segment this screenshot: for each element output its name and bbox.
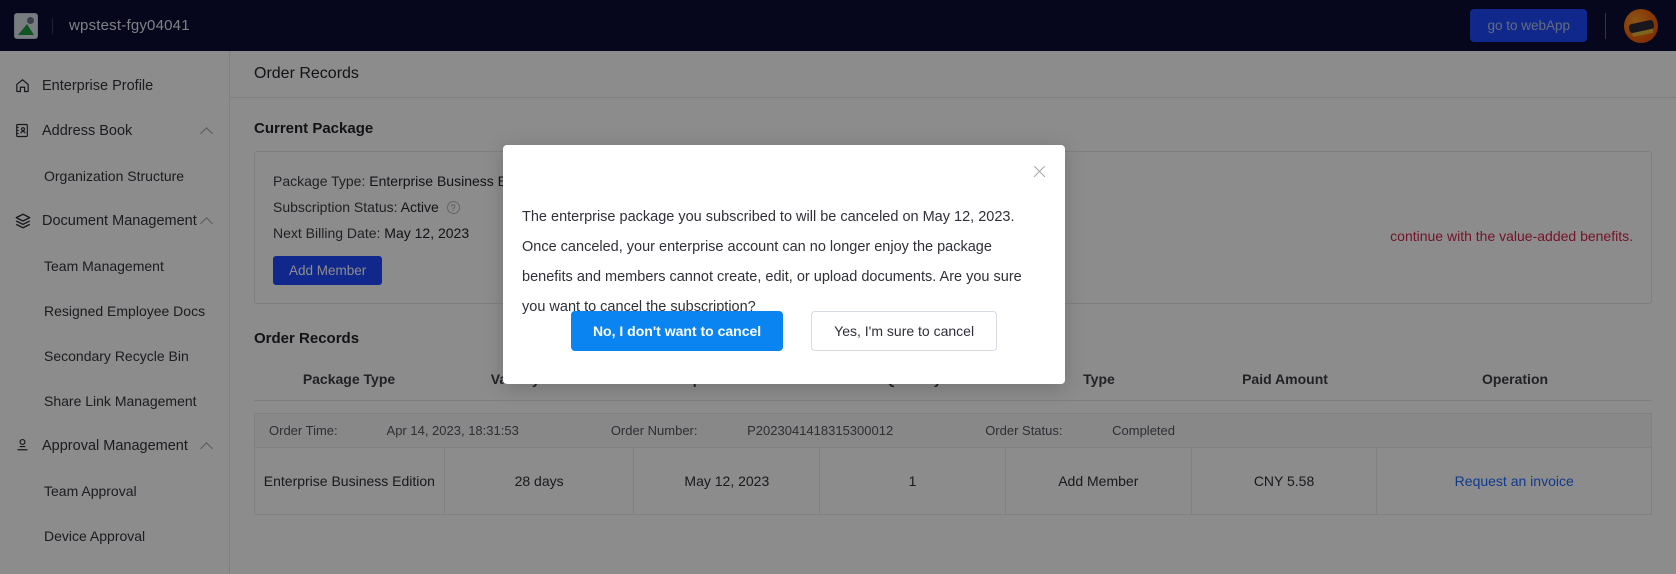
confirm-cancel-button[interactable]: Yes, I'm sure to cancel bbox=[811, 311, 998, 351]
app-root: wpstest-fgy04041 go to webApp Enterprise… bbox=[0, 0, 1676, 574]
close-icon[interactable] bbox=[1031, 163, 1049, 181]
dialog-message: The enterprise package you subscribed to… bbox=[522, 209, 1022, 315]
dialog-buttons: No, I don't want to cancel Yes, I'm sure… bbox=[503, 311, 1065, 351]
cancel-subscription-dialog: The enterprise package you subscribed to… bbox=[503, 145, 1065, 384]
do-not-cancel-button[interactable]: No, I don't want to cancel bbox=[570, 311, 784, 351]
